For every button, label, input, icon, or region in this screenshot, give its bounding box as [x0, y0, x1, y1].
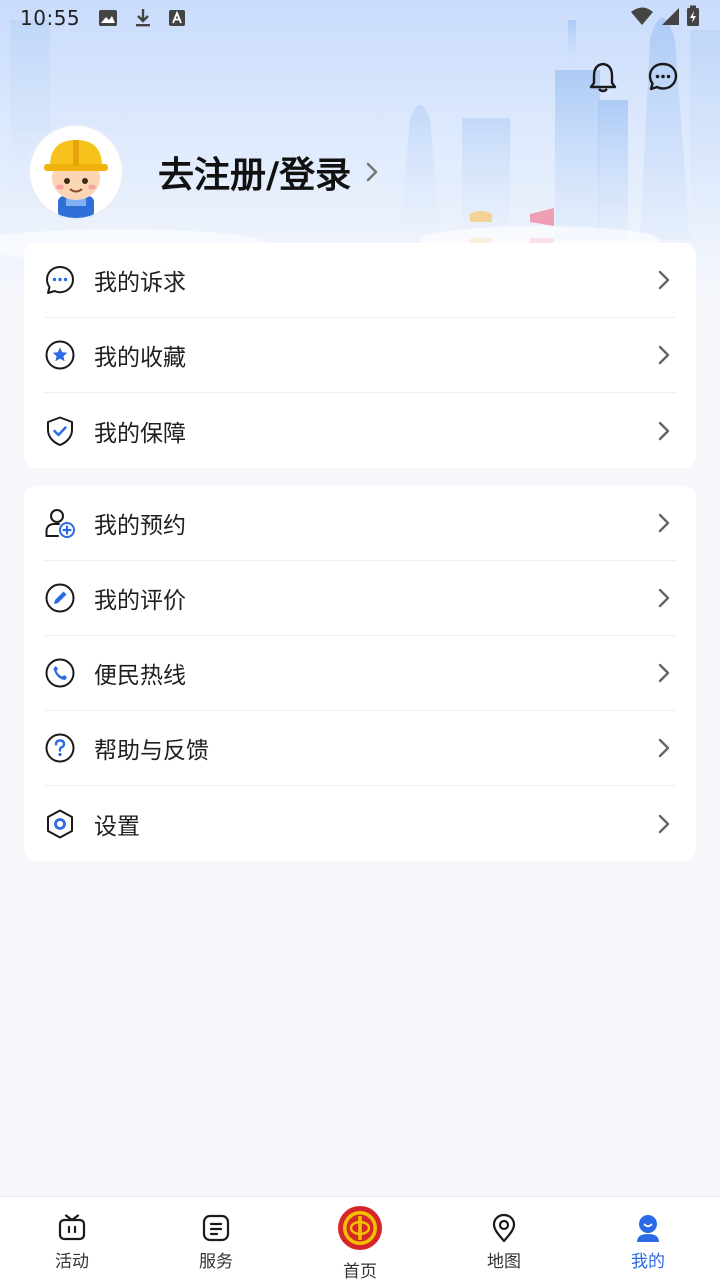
question-icon — [44, 732, 76, 764]
menu-item-label: 帮助与反馈 — [94, 738, 209, 764]
wifi-icon — [630, 6, 654, 31]
user-add-icon — [44, 507, 76, 539]
menu-item-label: 我的评价 — [94, 588, 186, 614]
pencil-icon — [44, 582, 76, 614]
tab-activities[interactable]: 活动 — [0, 1197, 144, 1280]
tab-label: 首页 — [343, 1262, 377, 1280]
menu-card-secondary: 我的预约 我的评价 便民热线 帮助与反馈 设置 — [24, 486, 696, 861]
status-bar: 10:55 — [0, 0, 720, 36]
tab-map[interactable]: 地图 — [432, 1197, 576, 1280]
profile-header[interactable]: 去注册/登录 — [28, 124, 379, 220]
gift-tv-icon — [57, 1213, 87, 1243]
font-a-icon — [168, 9, 186, 27]
menu-card-primary: 我的诉求 我的收藏 我的保障 — [24, 243, 696, 468]
login-register-link[interactable]: 去注册/登录 — [158, 146, 351, 198]
chevron-right-icon — [658, 588, 670, 608]
menu-item-hotline[interactable]: 便民热线 — [44, 636, 676, 711]
service-list-icon — [201, 1213, 231, 1243]
tab-services[interactable]: 服务 — [144, 1197, 288, 1280]
menu-item-my-reviews[interactable]: 我的评价 — [44, 561, 676, 636]
menu-item-my-appeals[interactable]: 我的诉求 — [44, 243, 676, 318]
menu-item-label: 我的诉求 — [94, 270, 186, 296]
menu-item-my-protection[interactable]: 我的保障 — [44, 393, 676, 468]
message-icon[interactable] — [646, 60, 680, 94]
phone-icon — [44, 657, 76, 689]
chevron-right-icon — [658, 663, 670, 683]
menu-item-my-appointments[interactable]: 我的预约 — [44, 486, 676, 561]
chevron-right-icon — [658, 814, 670, 834]
menu-item-label: 我的收藏 — [94, 345, 186, 371]
tab-label: 地图 — [487, 1252, 521, 1272]
tab-home[interactable]: 首页 — [288, 1197, 432, 1280]
tab-mine[interactable]: 我的 — [576, 1197, 720, 1280]
star-badge-icon — [44, 339, 76, 371]
chevron-right-icon — [658, 270, 670, 290]
user-icon — [633, 1213, 663, 1243]
bell-icon[interactable] — [586, 60, 620, 94]
cell-signal-icon — [660, 6, 680, 31]
worker-avatar-icon — [44, 140, 108, 218]
image-icon — [98, 9, 118, 27]
download-icon — [134, 8, 152, 28]
chevron-right-icon — [658, 513, 670, 533]
chevron-right-icon — [658, 345, 670, 365]
menu-item-settings[interactable]: 设置 — [44, 786, 676, 861]
menu-item-label: 我的保障 — [94, 420, 186, 447]
menu-item-label: 我的预约 — [94, 513, 186, 539]
shield-check-icon — [44, 415, 76, 447]
chevron-right-icon — [365, 161, 379, 183]
tab-label: 活动 — [55, 1252, 89, 1272]
menu-item-my-favorites[interactable]: 我的收藏 — [44, 318, 676, 393]
menu-item-help-feedback[interactable]: 帮助与反馈 — [44, 711, 676, 786]
chevron-right-icon — [658, 421, 670, 441]
header-actions — [586, 60, 680, 94]
avatar[interactable] — [28, 124, 124, 220]
union-logo-icon — [337, 1205, 383, 1251]
battery-charging-icon — [686, 5, 700, 32]
tab-label: 我的 — [631, 1252, 665, 1272]
tab-label: 服务 — [199, 1252, 233, 1272]
chat-bubble-icon — [44, 264, 76, 296]
chevron-right-icon — [658, 738, 670, 758]
menu-item-label: 设置 — [94, 813, 140, 840]
settings-hex-icon — [44, 808, 76, 840]
bottom-tab-bar: 活动 服务 首页 地图 我的 — [0, 1196, 720, 1280]
status-time: 10:55 — [20, 6, 81, 30]
menu-item-label: 便民热线 — [94, 663, 186, 689]
map-pin-icon — [489, 1213, 519, 1243]
